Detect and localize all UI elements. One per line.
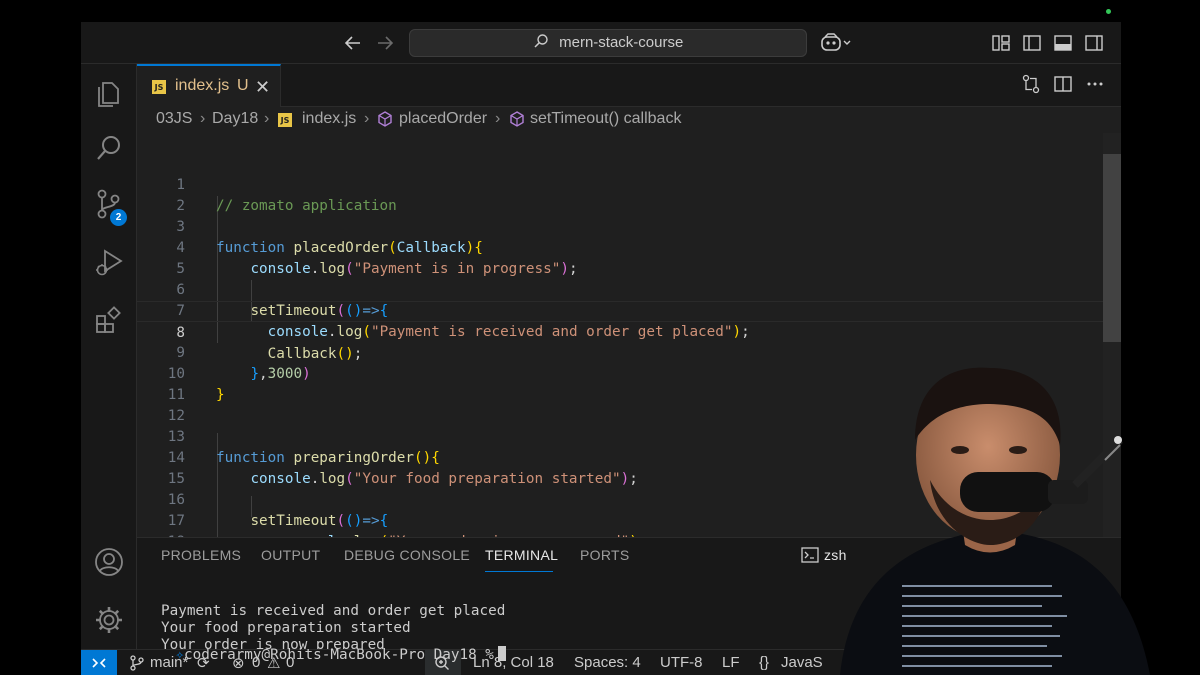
breadcrumb-folder-03js[interactable]: 03JS [156,110,192,128]
toggle-panel-icon[interactable] [1053,33,1073,53]
customize-layout-icon[interactable] [991,33,1011,53]
tab-debug-console[interactable]: DEBUG CONSOLE [344,547,470,563]
code-line[interactable]: 5 [137,238,1121,277]
forward-arrow-icon[interactable] [373,31,397,55]
tab-ports[interactable]: PORTS [580,547,629,563]
search-icon [533,33,549,54]
method-symbol-icon [509,111,525,132]
recording-indicator [1106,9,1111,14]
code-line[interactable]: 2 [137,175,1121,214]
explorer-icon[interactable] [93,76,125,108]
code-line-current[interactable]: 8 Callback(); [137,301,1121,362]
breadcrumb-function[interactable]: placedOrder [399,110,487,128]
more-actions-icon[interactable] [1085,74,1105,94]
language-mode[interactable]: JavaS [781,654,823,671]
editor-tab-bar: JS index.js U ✕ [137,64,1121,107]
title-bar: mern-stack-course [81,22,1121,64]
code-line[interactable]: 4 console.log("Payment is in progress"); [137,217,1121,277]
active-tab-indicator [485,571,553,572]
terminal-shell-icon[interactable] [801,546,819,567]
chevron-right-icon: › [200,110,206,127]
webcam-overlay [820,360,1200,675]
code-line[interactable]: 6 setTimeout(()=>{ [137,259,1121,319]
run-and-debug-icon[interactable] [93,246,125,278]
search-text: mern-stack-course [559,34,684,51]
manage-gear-icon[interactable] [93,604,125,636]
toggle-primary-sidebar-icon[interactable] [1022,33,1042,53]
breadcrumb: 03JS › Day18 › JS index.js › placedOrder… [137,107,1121,133]
language-braces-icon: {} [759,654,770,671]
javascript-file-icon: JS [152,80,166,94]
editor-scrollbar-thumb[interactable] [1103,154,1121,342]
code-line[interactable]: 7 console.log("Payment is received and o… [137,280,1121,340]
file-encoding[interactable]: UTF-8 [660,654,703,671]
remote-indicator[interactable] [81,650,117,675]
chevron-right-icon: › [364,110,370,127]
back-arrow-icon[interactable] [341,31,365,55]
split-editor-icon[interactable] [1053,74,1073,94]
indentation[interactable]: Spaces: 4 [574,654,641,671]
code-line[interactable]: 3 function placedOrder(Callback){ [137,196,1121,256]
close-icon[interactable]: ✕ [255,77,270,98]
code-line[interactable]: 1 // zomato application [137,154,1121,214]
source-control-badge: 2 [110,209,127,226]
toggle-secondary-sidebar-icon[interactable] [1084,33,1104,53]
breadcrumb-callback[interactable]: setTimeout() callback [530,110,681,128]
terminal-prompt[interactable]: ✧coderarmy@Rohits-MacBook-Pro Day18 % [141,630,506,675]
terminal-output-line: Payment is received and order get placed [161,603,506,619]
breadcrumb-file[interactable]: index.js [302,110,356,128]
tab-index-js[interactable]: JS index.js U ✕ [137,64,281,107]
copilot-icon[interactable] [821,33,853,53]
method-symbol-icon [377,111,393,132]
code-line[interactable]: 9 },3000) [137,322,1121,382]
tab-output[interactable]: OUTPUT [261,547,320,563]
tab-untracked-status: U [237,77,249,94]
tab-problems[interactable]: PROBLEMS [161,547,241,563]
prompt-sparkle-icon: ✧ [175,647,185,663]
activity-bar: 2 [81,64,137,649]
terminal-prompt-text: coderarmy@Rohits-MacBook-Pro Day18 % [184,647,494,663]
search-icon[interactable] [93,132,125,164]
chevron-right-icon: › [264,110,270,127]
tab-terminal[interactable]: TERMINAL [485,547,558,563]
extensions-icon[interactable] [93,304,125,336]
open-changes-icon[interactable] [1021,74,1041,94]
end-of-line[interactable]: LF [722,654,740,671]
tab-label: index.js [175,77,230,94]
terminal-cursor [497,646,506,661]
accounts-icon[interactable] [93,546,125,578]
breadcrumb-folder-day18[interactable]: Day18 [212,110,258,128]
javascript-file-icon: JS [278,113,292,127]
chevron-right-icon: › [495,110,501,127]
command-center-search[interactable]: mern-stack-course [409,29,807,57]
